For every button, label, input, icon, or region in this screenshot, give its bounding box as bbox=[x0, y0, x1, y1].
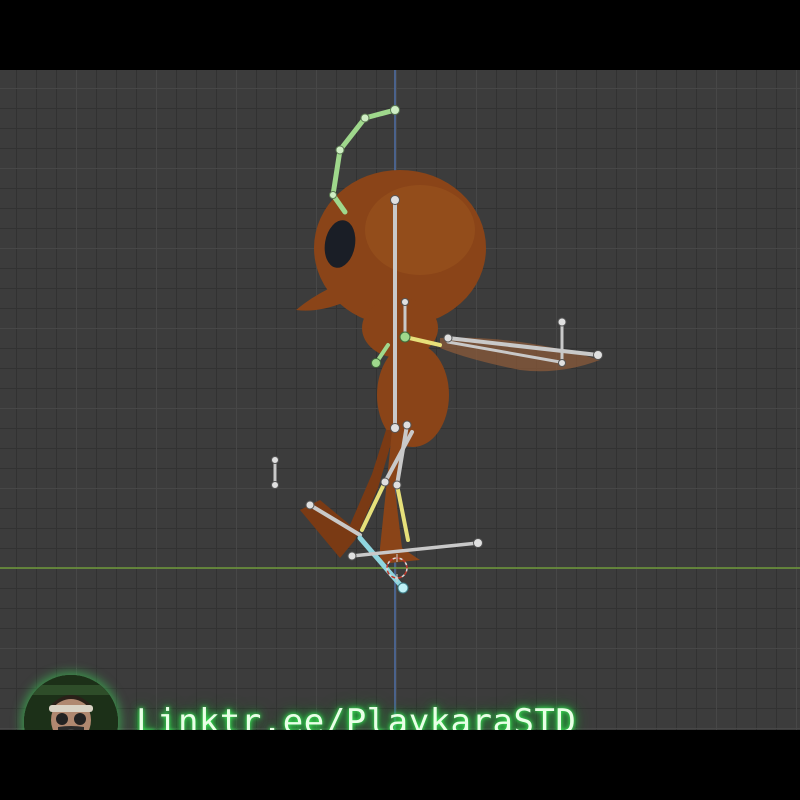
knee-joint[interactable] bbox=[380, 477, 390, 487]
antenna-joint[interactable] bbox=[360, 113, 370, 123]
antenna-joint[interactable] bbox=[390, 105, 400, 115]
wing-control-joint[interactable] bbox=[558, 359, 566, 367]
spine-tail-joint[interactable] bbox=[390, 423, 400, 433]
toe-joint[interactable] bbox=[305, 500, 315, 510]
wing-control-joint[interactable] bbox=[557, 317, 567, 327]
link-text[interactable]: Linktr.ee/PlaykaraSTD bbox=[136, 702, 576, 730]
ik-target-joint[interactable] bbox=[347, 551, 357, 561]
letterbox-bottom bbox=[0, 730, 800, 800]
shoulder-joint[interactable] bbox=[399, 331, 411, 343]
wing-tip-joint[interactable] bbox=[593, 350, 603, 360]
viewport-scene bbox=[0, 70, 800, 730]
3d-viewport[interactable]: Linktr.ee/PlaykaraSTD bbox=[0, 70, 800, 730]
person-gasmask-avatar-icon bbox=[24, 675, 118, 730]
ant-head-shading bbox=[365, 185, 475, 275]
antenna-joint[interactable] bbox=[335, 145, 345, 155]
letterbox-top bbox=[0, 0, 800, 70]
promo-overlay: Linktr.ee/PlaykaraSTD bbox=[24, 675, 644, 730]
spine-head-joint[interactable] bbox=[390, 195, 400, 205]
ik-target-joint[interactable] bbox=[473, 538, 483, 548]
pole-target-joint[interactable] bbox=[271, 456, 279, 464]
knee-joint[interactable] bbox=[392, 480, 402, 490]
antenna-joint[interactable] bbox=[329, 191, 337, 199]
hip-joint[interactable] bbox=[402, 420, 412, 430]
chest-joint[interactable] bbox=[401, 298, 409, 306]
small-arm-joint[interactable] bbox=[371, 358, 381, 368]
foot-active-joint[interactable] bbox=[397, 582, 409, 594]
wing-joint[interactable] bbox=[443, 333, 453, 343]
pole-target-joint[interactable] bbox=[271, 481, 279, 489]
